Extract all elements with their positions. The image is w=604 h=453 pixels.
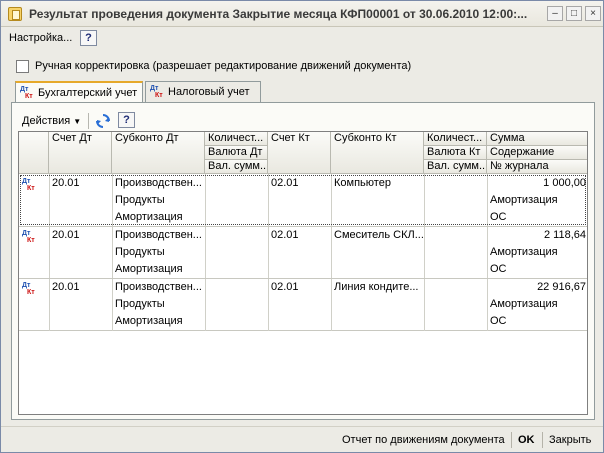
row-divider [19, 330, 587, 331]
chevron-down-icon: ▼ [73, 117, 82, 126]
cell-content: Амортизация [490, 194, 558, 206]
cell-account-dt: 20.01 [52, 177, 80, 189]
cell-subconto-dt-1: Производствен... [115, 229, 202, 241]
button-separator [542, 432, 543, 448]
tab-tax[interactable]: Дт Кт Налоговый учет [145, 81, 261, 102]
header-currency-sum-kt[interactable]: Вал. сумм... [424, 160, 487, 174]
cell-content: Амортизация [490, 246, 558, 258]
grid-line [487, 279, 488, 331]
grid-help-button[interactable]: ? [118, 112, 135, 128]
header-currency-sum-dt[interactable]: Вал. сумм... [205, 160, 268, 174]
document-icon [8, 7, 22, 21]
grid-line [424, 279, 425, 331]
header-currency-dt[interactable]: Валюта Дт [205, 146, 268, 160]
cell-subconto-dt-3: Амортизация [115, 263, 183, 275]
cell-amount: 1 000,00 [543, 177, 586, 189]
grid-line [205, 279, 206, 331]
help-button[interactable]: ? [80, 30, 97, 46]
header-subconto-kt[interactable]: Субконто Кт [331, 132, 424, 174]
header-icon-col [19, 132, 49, 174]
grid-toolbar: Действия ▼ ? [20, 111, 580, 131]
header-account-dt[interactable]: Счет Дт [49, 132, 112, 174]
cell-journal: ОС [490, 315, 507, 327]
tab-strip: Дт Кт Бухгалтерский учет Дт Кт Налоговый у… [15, 81, 595, 103]
header-currency-kt[interactable]: Валюта Кт [424, 146, 487, 160]
grid-line [331, 279, 332, 331]
cell-account-dt: 20.01 [52, 281, 80, 293]
close-button[interactable]: Закрыть [549, 432, 591, 448]
header-journal[interactable]: № журнала [487, 160, 587, 174]
header-quantity-dt[interactable]: Количест... [205, 132, 268, 146]
header-content[interactable]: Содержание [487, 146, 587, 160]
cell-content: Амортизация [490, 298, 558, 310]
header-subconto-dt[interactable]: Субконто Дт [112, 132, 205, 174]
posting-icon: Дт Кт [22, 230, 35, 244]
dt-kt-tax-icon: Дт Кт [150, 85, 163, 99]
actions-menu-button[interactable]: Действия ▼ [22, 113, 81, 129]
cell-subconto-dt-2: Продукты [115, 246, 165, 258]
cell-subconto-kt: Линия кондите... [334, 281, 419, 293]
cell-account-kt: 02.01 [271, 177, 299, 189]
posting-icon: Дт Кт [22, 282, 35, 296]
manual-adjust-label[interactable]: Ручная корректировка (разрешает редактир… [35, 60, 411, 72]
cell-subconto-dt-1: Производствен... [115, 177, 202, 189]
grid-line [49, 279, 50, 331]
header-amount[interactable]: Сумма [487, 132, 587, 146]
cell-subconto-dt-3: Амортизация [115, 315, 183, 327]
minimize-icon[interactable]: – [547, 6, 563, 21]
cell-subconto-dt-3: Амортизация [115, 211, 183, 223]
tab-accounting[interactable]: Дт Кт Бухгалтерский учет [15, 81, 143, 103]
refresh-button[interactable] [94, 112, 112, 130]
toolbar-separator [88, 113, 89, 129]
window-title: Результат проведения документа Закрытие … [29, 7, 528, 21]
cell-account-dt: 20.01 [52, 229, 80, 241]
maximize-icon[interactable]: □ [566, 6, 582, 21]
bottom-button-bar: Отчет по движениям документа OK Закрыть [1, 426, 603, 452]
accounting-panel: Действия ▼ ? Счет Дт Субконто Дт Количес… [11, 102, 595, 420]
cell-subconto-dt-2: Продукты [115, 298, 165, 310]
cell-amount: 22 916,67 [537, 281, 586, 293]
cell-subconto-kt: Компьютер [334, 177, 391, 189]
header-quantity-kt[interactable]: Количест... [424, 132, 487, 146]
menu-bar: Настройка... ? [1, 27, 603, 49]
header-account-kt[interactable]: Счет Кт [268, 132, 331, 174]
ok-button[interactable]: OK [518, 432, 535, 448]
settings-menu[interactable]: Настройка... [7, 30, 74, 46]
button-separator [511, 432, 512, 448]
cell-account-kt: 02.01 [271, 281, 299, 293]
title-bar[interactable]: Результат проведения документа Закрытие … [1, 1, 603, 27]
cell-subconto-kt: Смеситель СКЛ... [334, 229, 424, 241]
movements-report-button[interactable]: Отчет по движениям документа [342, 432, 505, 448]
cell-subconto-dt-2: Продукты [115, 194, 165, 206]
cell-amount: 2 118,64 [543, 229, 586, 241]
cell-subconto-dt-1: Производствен... [115, 281, 202, 293]
refresh-icon [96, 114, 110, 128]
close-icon[interactable]: × [585, 6, 601, 21]
grid-line [112, 279, 113, 331]
manual-adjust-checkbox[interactable] [16, 60, 29, 73]
postings-table[interactable]: Счет Дт Субконто Дт Количест... Валюта Д… [18, 131, 588, 415]
cell-account-kt: 02.01 [271, 229, 299, 241]
posting-icon: Дт Кт [22, 178, 35, 192]
cell-journal: ОС [490, 211, 507, 223]
dt-kt-icon: Дт Кт [20, 86, 33, 100]
grid-line [268, 279, 269, 331]
document-result-window: Результат проведения документа Закрытие … [0, 0, 604, 453]
cell-journal: ОС [490, 263, 507, 275]
